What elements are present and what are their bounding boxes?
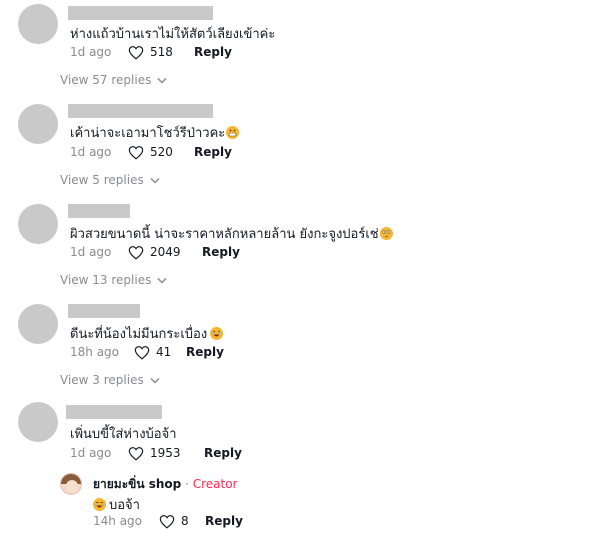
view-replies-button[interactable]: View 3 replies bbox=[60, 373, 160, 387]
comment-text: ดีนะที่น้องไม่มีนกระเบื่อง bbox=[70, 323, 224, 344]
view-replies-button[interactable]: View 5 replies bbox=[60, 173, 160, 187]
creator-username[interactable]: ยายมะขิ่น shop bbox=[93, 477, 181, 491]
reply-text-content: บอจ้า bbox=[109, 498, 140, 513]
reply-button[interactable]: Reply bbox=[194, 45, 232, 59]
view-replies-button[interactable]: View 57 replies bbox=[60, 73, 167, 87]
view-replies-label: View 57 replies bbox=[60, 73, 152, 87]
view-replies-label: View 3 replies bbox=[60, 373, 144, 387]
like-count: 2049 bbox=[150, 245, 181, 259]
comment-time: 18h ago bbox=[70, 345, 120, 359]
rofl-emoji bbox=[210, 327, 224, 340]
heart-outline-icon bbox=[128, 45, 144, 60]
comment-meta: 1d ago 1953 Reply bbox=[70, 444, 242, 462]
chevron-down-icon bbox=[150, 177, 160, 184]
view-replies-label: View 5 replies bbox=[60, 173, 144, 187]
comment-text: ผิวสวยขนาดนี้ น่าจะราคาหลักหลายล้าน ยังก… bbox=[70, 223, 393, 244]
avatar[interactable] bbox=[18, 104, 58, 144]
grimacing-emoji bbox=[226, 126, 240, 139]
username-redacted[interactable] bbox=[68, 204, 130, 218]
chevron-down-icon bbox=[157, 277, 167, 284]
comment-time: 1d ago bbox=[70, 245, 112, 259]
comment-time: 1d ago bbox=[70, 45, 112, 59]
username-redacted[interactable] bbox=[68, 104, 213, 118]
comment-time: 1d ago bbox=[70, 446, 112, 460]
heart-outline-icon bbox=[159, 514, 175, 529]
heart-outline-icon bbox=[128, 145, 144, 160]
name-separator: · bbox=[181, 477, 193, 491]
reply-button[interactable]: Reply bbox=[202, 245, 240, 259]
reply-button[interactable]: Reply bbox=[205, 514, 243, 528]
comment-text-content: ดีนะที่น้องไม่มีนกระเบื่อง bbox=[70, 327, 208, 342]
comment-text: ห่างแถ้วบ้านเราไม่ให้สัตว์เลียงเข้าค่ะ bbox=[70, 27, 276, 42]
reply-button[interactable]: Reply bbox=[204, 446, 242, 460]
reply-button[interactable]: Reply bbox=[186, 345, 224, 359]
comment-meta: 18h ago 41 Reply bbox=[70, 343, 224, 361]
like-button[interactable]: 2049 bbox=[128, 245, 202, 260]
joy-emoji bbox=[93, 498, 106, 511]
comment-meta: 1d ago 520 Reply bbox=[70, 143, 232, 161]
username-redacted[interactable] bbox=[68, 6, 213, 20]
reply-meta: 14h ago 8 Reply bbox=[93, 512, 243, 530]
username-redacted[interactable] bbox=[66, 405, 162, 419]
like-button[interactable]: 520 bbox=[128, 145, 194, 160]
comment-meta: 1d ago 518 Reply bbox=[70, 43, 232, 61]
avatar[interactable] bbox=[18, 304, 58, 344]
heart-outline-icon bbox=[134, 345, 150, 360]
comment-time: 1d ago bbox=[70, 145, 112, 159]
like-count: 520 bbox=[150, 145, 173, 159]
chevron-down-icon bbox=[157, 77, 167, 84]
comment-text: เพิ่นบขี้ใส่ห่างบ้อจ้า bbox=[70, 427, 177, 442]
like-count: 41 bbox=[156, 345, 172, 359]
comment-text-content: ผิวสวยขนาดนี้ น่าจะราคาหลักหลายล้าน ยังก… bbox=[70, 227, 379, 242]
like-count: 8 bbox=[181, 514, 189, 528]
chevron-down-icon bbox=[150, 377, 160, 384]
heart-outline-icon bbox=[128, 245, 144, 260]
reply-button[interactable]: Reply bbox=[194, 145, 232, 159]
flushed-emoji bbox=[379, 227, 393, 240]
username-redacted[interactable] bbox=[68, 304, 140, 318]
like-button[interactable]: 41 bbox=[134, 345, 186, 360]
creator-badge: Creator bbox=[192, 477, 238, 491]
avatar[interactable] bbox=[18, 204, 58, 244]
reply-time: 14h ago bbox=[93, 514, 143, 528]
like-button[interactable]: 8 bbox=[159, 514, 205, 529]
creator-name-line: ยายมะขิ่น shop · Creator bbox=[93, 475, 237, 494]
comment-meta: 1d ago 2049 Reply bbox=[70, 243, 240, 261]
avatar[interactable] bbox=[18, 4, 58, 44]
view-replies-button[interactable]: View 13 replies bbox=[60, 273, 167, 287]
heart-outline-icon bbox=[128, 446, 144, 461]
comment-text-content: เค้าน่าจะเอามาโชว์รีป่าวคะ bbox=[70, 126, 226, 141]
like-button[interactable]: 1953 bbox=[128, 446, 204, 461]
avatar[interactable] bbox=[18, 402, 58, 442]
like-count: 518 bbox=[150, 45, 173, 59]
like-button[interactable]: 518 bbox=[128, 45, 194, 60]
view-replies-label: View 13 replies bbox=[60, 273, 152, 287]
comment-text: เค้าน่าจะเอามาโชว์รีป่าวคะ bbox=[70, 122, 240, 143]
like-count: 1953 bbox=[150, 446, 181, 460]
creator-avatar[interactable] bbox=[60, 473, 82, 495]
